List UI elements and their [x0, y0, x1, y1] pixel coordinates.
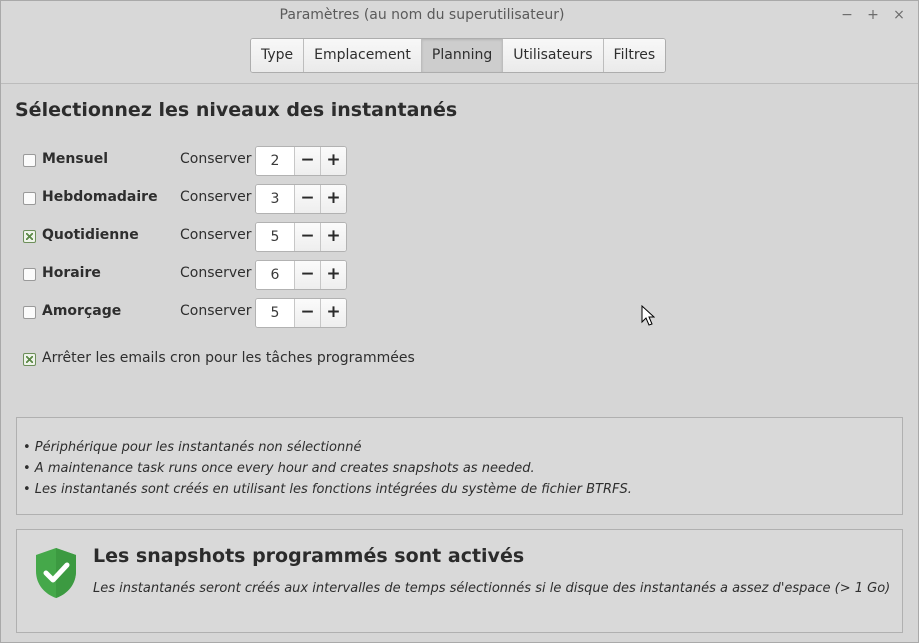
info-line: • Les instantanés sont créés en utilisan…	[23, 482, 632, 497]
tab-planning[interactable]: Planning	[421, 39, 504, 72]
quotidienne-increment-button[interactable]: +	[320, 223, 346, 251]
tab-filtres[interactable]: Filtres	[603, 39, 666, 72]
mensuel-keep-stepper: 2 − +	[255, 146, 347, 176]
mensuel-checkbox[interactable]	[23, 154, 36, 167]
shield-check-icon	[36, 548, 76, 598]
info-line: • A maintenance task runs once every hou…	[23, 461, 535, 476]
level-label: Amorçage	[42, 303, 122, 319]
level-row-hebdomadaire: Hebdomadaire Conserver 3 − +	[23, 184, 383, 214]
horaire-increment-button[interactable]: +	[320, 261, 346, 289]
level-row-quotidienne: Quotidienne Conserver 5 − +	[23, 222, 383, 252]
amorcage-checkbox[interactable]	[23, 306, 36, 319]
info-line: • Périphérique pour les instantanés non …	[23, 440, 362, 455]
mensuel-keep-input[interactable]: 2	[256, 147, 294, 175]
maximize-button[interactable]: +	[860, 5, 886, 25]
status-panel: Les snapshots programmés sont activés Le…	[16, 529, 903, 633]
status-title: Les snapshots programmés sont activés	[93, 545, 525, 567]
cron-option-row: Arrêter les emails cron pour les tâches …	[23, 345, 523, 373]
window-controls: − + ×	[834, 5, 912, 25]
quotidienne-checkbox[interactable]	[23, 230, 36, 243]
level-label: Mensuel	[42, 151, 108, 167]
info-lines: • Périphérique pour les instantanés non …	[23, 437, 632, 500]
level-row-amorcage: Amorçage Conserver 5 − +	[23, 298, 383, 328]
level-row-mensuel: Mensuel Conserver 2 − +	[23, 146, 383, 176]
mensuel-decrement-button[interactable]: −	[294, 147, 320, 175]
keep-label: Conserver	[180, 265, 252, 281]
keep-label: Conserver	[180, 303, 252, 319]
tab-bar: Type Emplacement Planning Utilisateurs F…	[250, 38, 667, 73]
info-panel: • Périphérique pour les instantanés non …	[16, 417, 903, 515]
level-row-horaire: Horaire Conserver 6 − +	[23, 260, 383, 290]
tab-emplacement[interactable]: Emplacement	[304, 39, 422, 72]
settings-window: Paramètres (au nom du superutilisateur) …	[0, 0, 919, 643]
hebdomadaire-decrement-button[interactable]: −	[294, 185, 320, 213]
amorcage-keep-stepper: 5 − +	[255, 298, 347, 328]
status-description: Les instantanés seront créés aux interva…	[93, 581, 891, 596]
close-button[interactable]: ×	[886, 5, 912, 25]
hebdomadaire-increment-button[interactable]: +	[320, 185, 346, 213]
amorcage-keep-input[interactable]: 5	[256, 299, 294, 327]
keep-label: Conserver	[180, 151, 252, 167]
horaire-decrement-button[interactable]: −	[294, 261, 320, 289]
hebdomadaire-keep-stepper: 3 − +	[255, 184, 347, 214]
tab-type[interactable]: Type	[251, 39, 305, 72]
hebdomadaire-keep-input[interactable]: 3	[256, 185, 294, 213]
amorcage-increment-button[interactable]: +	[320, 299, 346, 327]
section-title: Sélectionnez les niveaux des instantanés	[15, 99, 458, 121]
minimize-button[interactable]: −	[834, 5, 860, 25]
hebdomadaire-checkbox[interactable]	[23, 192, 36, 205]
quotidienne-keep-stepper: 5 − +	[255, 222, 347, 252]
mouse-pointer-icon	[641, 305, 655, 326]
stop-cron-emails-checkbox[interactable]	[23, 353, 36, 366]
title-bar: Paramètres (au nom du superutilisateur) …	[1, 1, 918, 84]
horaire-checkbox[interactable]	[23, 268, 36, 281]
tab-utilisateurs[interactable]: Utilisateurs	[503, 39, 604, 72]
horaire-keep-stepper: 6 − +	[255, 260, 347, 290]
quotidienne-keep-input[interactable]: 5	[256, 223, 294, 251]
level-label: Hebdomadaire	[42, 189, 158, 205]
level-label: Horaire	[42, 265, 101, 281]
amorcage-decrement-button[interactable]: −	[294, 299, 320, 327]
mensuel-increment-button[interactable]: +	[320, 147, 346, 175]
horaire-keep-input[interactable]: 6	[256, 261, 294, 289]
window-title: Paramètres (au nom du superutilisateur)	[279, 7, 565, 23]
stop-cron-emails-label[interactable]: Arrêter les emails cron pour les tâches …	[42, 350, 415, 366]
level-label: Quotidienne	[42, 227, 139, 243]
quotidienne-decrement-button[interactable]: −	[294, 223, 320, 251]
keep-label: Conserver	[180, 227, 252, 243]
keep-label: Conserver	[180, 189, 252, 205]
